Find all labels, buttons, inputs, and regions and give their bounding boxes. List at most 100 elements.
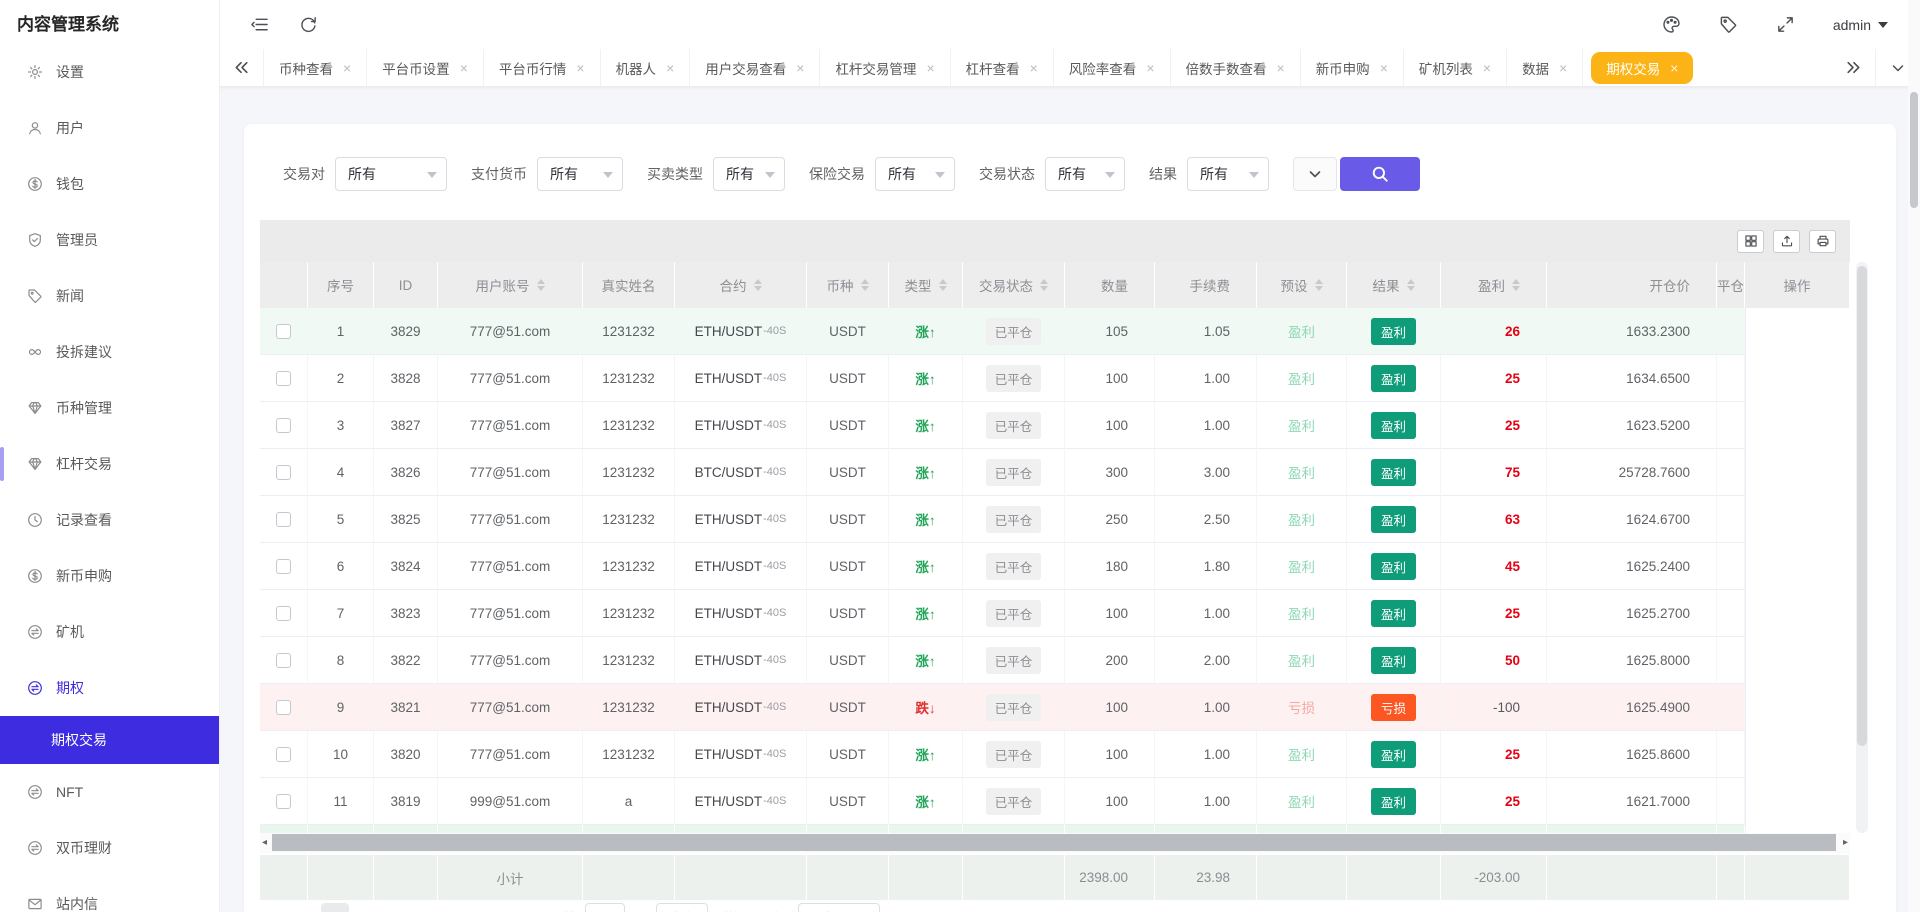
print-button[interactable] — [1809, 230, 1836, 253]
tag-button[interactable] — [1719, 15, 1739, 35]
row-checkbox[interactable] — [276, 700, 291, 715]
tab-user-trades[interactable]: 用户交易查看× — [690, 49, 820, 87]
sidebar-item-admins[interactable]: 管理员 — [0, 212, 219, 268]
tab-miner-list[interactable]: 矿机列表× — [1404, 49, 1507, 87]
table-vertical-scrollbar[interactable] — [1856, 262, 1868, 833]
column-header-preset[interactable]: 预设 — [1257, 262, 1347, 308]
goto-page-input[interactable]: 1 — [585, 903, 625, 912]
column-header-status[interactable]: 交易状态 — [963, 262, 1065, 308]
pagination-page-2[interactable]: 2 — [359, 903, 387, 912]
table-horizontal-scrollbar[interactable]: ◂▸ — [260, 833, 1850, 853]
row-checkbox[interactable] — [276, 606, 291, 621]
row-checkbox[interactable] — [276, 794, 291, 809]
row-checkbox[interactable] — [276, 324, 291, 339]
pagination-next-button[interactable]: › — [513, 903, 541, 912]
close-icon[interactable]: × — [1277, 61, 1285, 75]
filter-pay-currency-select[interactable]: 所有 — [537, 157, 623, 191]
column-header-profit[interactable]: 盈利 — [1441, 262, 1547, 308]
collapse-menu-button[interactable] — [249, 15, 269, 35]
filter-trade-status-select[interactable]: 所有 — [1045, 157, 1125, 191]
row-checkbox[interactable] — [276, 747, 291, 762]
user-menu[interactable]: admin — [1833, 17, 1888, 33]
profit-value: 25 — [1505, 418, 1520, 433]
confirm-button[interactable]: 确定 — [656, 903, 708, 912]
refresh-button[interactable] — [298, 15, 318, 35]
sidebar-item-ieo[interactable]: 新币申购 — [0, 548, 219, 604]
tab-platform-coin-settings[interactable]: 平台币设置× — [367, 49, 484, 87]
page-scrollbar[interactable] — [1908, 0, 1920, 912]
tab-platform-coin-market[interactable]: 平台币行情× — [484, 49, 601, 87]
column-header-result[interactable]: 结果 — [1347, 262, 1441, 308]
filter-pair-select[interactable]: 所有 — [335, 157, 447, 191]
tab-robot[interactable]: 机器人× — [601, 49, 691, 87]
sidebar-item-coin-manage[interactable]: 币种管理 — [0, 380, 219, 436]
sidebar-item-wallet[interactable]: 钱包 — [0, 156, 219, 212]
row-checkbox[interactable] — [276, 512, 291, 527]
page-size-select[interactable]: 20条/页 — [798, 903, 880, 912]
close-icon[interactable]: × — [1380, 61, 1388, 75]
type-badge: 涨↑ — [915, 415, 935, 435]
tab-risk-rate[interactable]: 风险率查看× — [1054, 49, 1171, 87]
sidebar-item-dual-invest[interactable]: 双币理财 — [0, 820, 219, 876]
filter-insurance-select[interactable]: 所有 — [875, 157, 955, 191]
close-icon[interactable]: × — [1483, 61, 1491, 75]
fullscreen-button[interactable] — [1776, 15, 1796, 35]
tabs-scroll-right-button[interactable] — [1832, 49, 1876, 87]
row-checkbox[interactable] — [276, 559, 291, 574]
sidebar-item-users[interactable]: 用户 — [0, 100, 219, 156]
close-icon[interactable]: × — [926, 61, 934, 75]
sidebar-item-margin-trade[interactable]: 杠杆交易 — [0, 436, 219, 492]
sidebar-item-news[interactable]: 新闻 — [0, 268, 219, 324]
tab-coin-view[interactable]: 币种查看× — [264, 49, 367, 87]
column-header-account[interactable]: 用户账号 — [438, 262, 583, 308]
tab-margin-manage[interactable]: 杠杆交易管理× — [820, 49, 950, 87]
sidebar-item-records[interactable]: 记录查看 — [0, 492, 219, 548]
column-header-type[interactable]: 类型 — [889, 262, 963, 308]
sidebar-item-feedback[interactable]: 投拆建议 — [0, 324, 219, 380]
tab-multiplier-lots[interactable]: 倍数手数查看× — [1171, 49, 1301, 87]
column-header-contract[interactable]: 合约 — [675, 262, 807, 308]
close-icon[interactable]: × — [1670, 61, 1678, 75]
column-settings-button[interactable] — [1737, 230, 1764, 253]
filter-trade-type-select[interactable]: 所有 — [713, 157, 785, 191]
column-header-currency[interactable]: 币种 — [807, 262, 889, 308]
tab-margin-view[interactable]: 杠杆查看× — [951, 49, 1054, 87]
more-filters-button[interactable] — [1293, 157, 1337, 191]
sidebar-subitem-options-trade[interactable]: 期权交易 — [0, 716, 219, 764]
pagination-page-3[interactable]: 3 — [397, 903, 425, 912]
page-scrollbar-thumb[interactable] — [1910, 92, 1918, 208]
vertical-scrollbar-thumb[interactable] — [1857, 266, 1867, 746]
close-icon[interactable]: × — [460, 61, 468, 75]
sidebar-item-messages[interactable]: 站内信 — [0, 876, 219, 912]
export-button[interactable] — [1773, 230, 1800, 253]
scroll-right-arrow-icon[interactable]: ▸ — [1843, 837, 1848, 849]
row-checkbox[interactable] — [276, 418, 291, 433]
scroll-left-arrow-icon[interactable]: ◂ — [262, 837, 267, 849]
tab-options-trade[interactable]: 期权交易× — [1591, 52, 1693, 84]
close-icon[interactable]: × — [1146, 61, 1154, 75]
row-checkbox[interactable] — [276, 653, 291, 668]
horizontal-scrollbar-thumb[interactable] — [272, 834, 1836, 851]
close-icon[interactable]: × — [796, 61, 804, 75]
tabs-scroll-left-button[interactable] — [220, 49, 264, 87]
close-icon[interactable]: × — [343, 61, 351, 75]
row-checkbox[interactable] — [276, 465, 291, 480]
close-icon[interactable]: × — [666, 61, 674, 75]
sidebar-item-nft[interactable]: NFT — [0, 764, 219, 820]
close-icon[interactable]: × — [576, 61, 584, 75]
sidebar-item-settings[interactable]: 设置 — [0, 44, 219, 100]
close-icon[interactable]: × — [1559, 61, 1567, 75]
pagination-page-100[interactable]: 100 — [473, 903, 503, 912]
row-checkbox[interactable] — [276, 371, 291, 386]
sidebar-item-options[interactable]: 期权 — [0, 660, 219, 716]
tab-data[interactable]: 数据× — [1507, 49, 1583, 87]
pagination-prev-button[interactable]: ‹ — [283, 903, 311, 912]
close-icon[interactable]: × — [1030, 61, 1038, 75]
sidebar-item-miner[interactable]: 矿机 — [0, 604, 219, 660]
cell-currency: USDT — [807, 496, 889, 543]
filter-result-select[interactable]: 所有 — [1187, 157, 1269, 191]
palette-button[interactable] — [1662, 15, 1682, 35]
search-button[interactable] — [1340, 157, 1420, 191]
tab-ieo[interactable]: 新币申购× — [1301, 49, 1404, 87]
pagination-page-1[interactable]: 1 — [321, 903, 349, 912]
